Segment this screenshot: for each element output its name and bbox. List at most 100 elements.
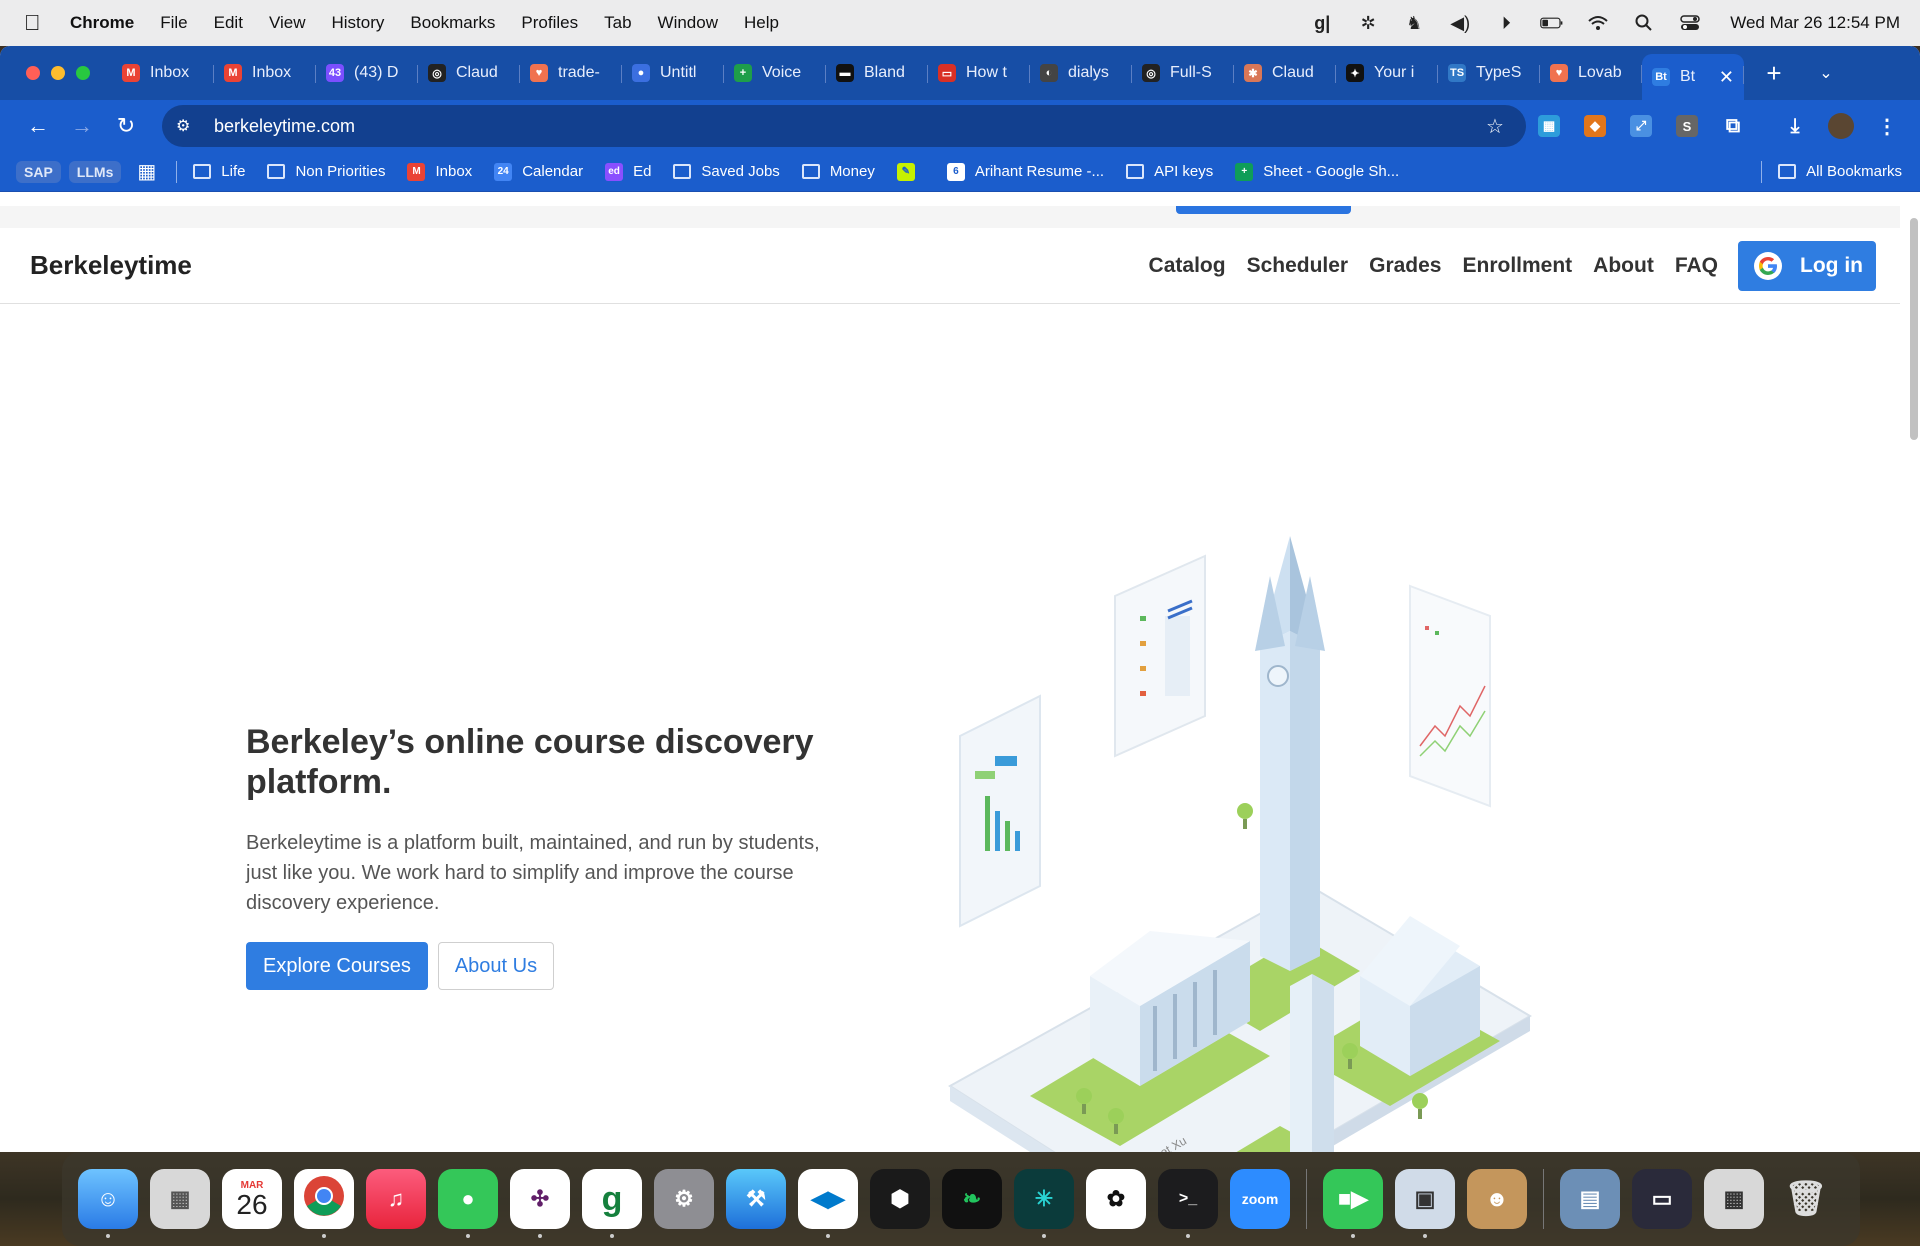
wifi-icon[interactable] <box>1586 12 1610 34</box>
play-icon[interactable]: ⏵ <box>1494 12 1518 34</box>
reload-button[interactable]: ↻ <box>104 106 148 146</box>
tab-item[interactable]: 43 (43) D <box>316 53 418 93</box>
nav-about[interactable]: About <box>1593 254 1654 278</box>
trash-app[interactable]: 🗑 <box>1776 1169 1836 1229</box>
explore-courses-button[interactable]: Explore Courses <box>246 942 428 990</box>
bookmark-item[interactable]: ed Ed <box>605 162 651 181</box>
menu-app-name[interactable]: Chrome <box>70 13 134 33</box>
tab-item[interactable]: ✦ Your i <box>1336 53 1438 93</box>
tab-item[interactable]: ◎ Claud <box>418 53 520 93</box>
finder-app[interactable]: ☺ <box>78 1169 138 1238</box>
apple-icon[interactable]:  <box>24 10 46 36</box>
spotlight-search-icon[interactable] <box>1632 12 1656 34</box>
nav-faq[interactable]: FAQ <box>1675 254 1718 278</box>
profile-avatar[interactable] <box>1818 113 1864 139</box>
facetime-app[interactable]: ■▶ <box>1323 1169 1383 1238</box>
menu-window[interactable]: Window <box>658 13 718 33</box>
tab-item[interactable]: + Voice <box>724 53 826 93</box>
documents-stack[interactable]: ▦ <box>1704 1169 1764 1229</box>
music-app[interactable]: ♫ <box>366 1169 426 1229</box>
tab-item[interactable]: ◐ dialys <box>1030 53 1132 93</box>
nav-scheduler[interactable]: Scheduler <box>1247 254 1349 278</box>
extension-arrow[interactable]: ⤢ <box>1618 115 1664 137</box>
extensions-button[interactable]: ⧉ <box>1710 115 1756 137</box>
bookmark-item[interactable]: ✎ <box>896 162 925 181</box>
menu-help[interactable]: Help <box>744 13 779 33</box>
terminal-app[interactable]: >_ <box>1158 1169 1218 1238</box>
launchpad-app[interactable]: ▦ <box>150 1169 210 1229</box>
all-bookmarks[interactable]: All Bookmarks <box>1755 160 1902 183</box>
downloads-button[interactable]: ⤓ <box>1772 115 1818 137</box>
bookmark-item[interactable]: 24 Calendar <box>494 162 583 181</box>
apps-grid-icon[interactable]: ▦ <box>137 159 156 184</box>
menu-view[interactable]: View <box>269 13 306 33</box>
menu-tab[interactable]: Tab <box>604 13 631 33</box>
bookmark-star-icon[interactable]: ☆ <box>1486 114 1526 139</box>
forward-button[interactable]: → <box>60 106 104 146</box>
battery-icon[interactable] <box>1540 12 1564 34</box>
site-settings-icon[interactable]: ⚙ <box>176 116 204 136</box>
bookmark-item[interactable]: Non Priorities <box>267 163 385 180</box>
chrome-menu-button[interactable]: ⋮ <box>1864 115 1910 138</box>
tab-item[interactable]: ◎ Full-S <box>1132 53 1234 93</box>
xcode-app[interactable]: ⚒ <box>726 1169 786 1229</box>
extension-metamask[interactable]: ◆ <box>1572 115 1618 137</box>
tab-item[interactable]: ▬ Bland <box>826 53 928 93</box>
leaf-app[interactable]: ❧ <box>942 1169 1002 1229</box>
tab-item[interactable]: ✱ Claud <box>1234 53 1336 93</box>
tab-item[interactable]: M Inbox <box>112 53 214 93</box>
perplexity-app[interactable]: ✳ <box>1014 1169 1074 1238</box>
site-logo[interactable]: Berkeleytime <box>30 250 192 281</box>
back-button[interactable]: ← <box>16 106 60 146</box>
bookmark-pill-llms[interactable]: LLMs <box>68 160 122 183</box>
bookmark-pill-sap[interactable]: SAP <box>16 160 61 183</box>
slack-app[interactable]: ✣ <box>510 1169 570 1238</box>
nav-grades[interactable]: Grades <box>1369 254 1441 278</box>
control-center-icon[interactable] <box>1678 12 1702 34</box>
volume-icon[interactable]: ◀) <box>1448 12 1472 34</box>
bookmark-item[interactable]: Saved Jobs <box>673 163 780 180</box>
bug-status-icon[interactable]: ✲ <box>1356 12 1380 34</box>
vscode-app[interactable]: ◀▶ <box>798 1169 858 1238</box>
tab-item[interactable]: M Inbox <box>214 53 316 93</box>
preview-app[interactable]: ▣ <box>1395 1169 1455 1238</box>
close-tab-icon[interactable]: ✕ <box>1719 67 1734 88</box>
menu-edit[interactable]: Edit <box>214 13 243 33</box>
extension-s[interactable]: S <box>1664 115 1710 137</box>
about-us-button[interactable]: About Us <box>437 942 555 990</box>
menu-bookmarks[interactable]: Bookmarks <box>410 13 495 33</box>
nav-catalog[interactable]: Catalog <box>1149 254 1226 278</box>
system-settings-app[interactable]: ⚙ <box>654 1169 714 1229</box>
tab-item[interactable]: TS TypeS <box>1438 53 1540 93</box>
zoom-app[interactable]: zoom <box>1230 1169 1290 1229</box>
menu-history[interactable]: History <box>331 13 384 33</box>
bookmark-item[interactable]: M Inbox <box>407 162 472 181</box>
menu-clock[interactable]: Wed Mar 26 12:54 PM <box>1730 13 1900 33</box>
screenshot-stack[interactable]: ▭ <box>1632 1169 1692 1229</box>
calendar-app[interactable]: MAR 26 <box>222 1169 282 1229</box>
tab-item[interactable]: ♥ Lovab <box>1540 53 1642 93</box>
extension-reader[interactable]: ▦ <box>1526 115 1572 137</box>
tab-item[interactable]: ● Untitl <box>622 53 724 93</box>
tab-item[interactable]: ♥ trade- <box>520 53 622 93</box>
nav-enrollment[interactable]: Enrollment <box>1462 254 1572 278</box>
tab-search-chevron-icon[interactable]: ⌄ <box>1806 63 1846 83</box>
bookmark-item[interactable]: Money <box>801 163 875 180</box>
menu-file[interactable]: File <box>160 13 187 33</box>
tab-item[interactable]: ▭ How t <box>928 53 1030 93</box>
new-tab-button[interactable]: + <box>1754 58 1794 89</box>
grammarly-app[interactable]: g <box>582 1169 642 1238</box>
chatgpt-app[interactable]: ✿ <box>1086 1169 1146 1229</box>
login-button[interactable]: Log in <box>1738 240 1876 291</box>
messages-app[interactable]: ● <box>438 1169 498 1238</box>
bookmark-item[interactable]: 6 Arihant Resume -... <box>946 162 1104 181</box>
tab-active-berkeleytime[interactable]: Bt Bt ✕ <box>1642 54 1744 100</box>
bookmark-item[interactable]: + Sheet - Google Sh... <box>1235 162 1399 181</box>
address-url[interactable]: berkeleytime.com <box>214 116 1486 137</box>
bookmark-item[interactable]: API keys <box>1126 163 1213 180</box>
cube-app[interactable]: ⬢ <box>870 1169 930 1229</box>
close-window-button[interactable] <box>26 66 40 80</box>
downloads-stack[interactable]: ▤ <box>1560 1169 1620 1229</box>
zoom-window-button[interactable] <box>76 66 90 80</box>
menu-profiles[interactable]: Profiles <box>521 13 578 33</box>
